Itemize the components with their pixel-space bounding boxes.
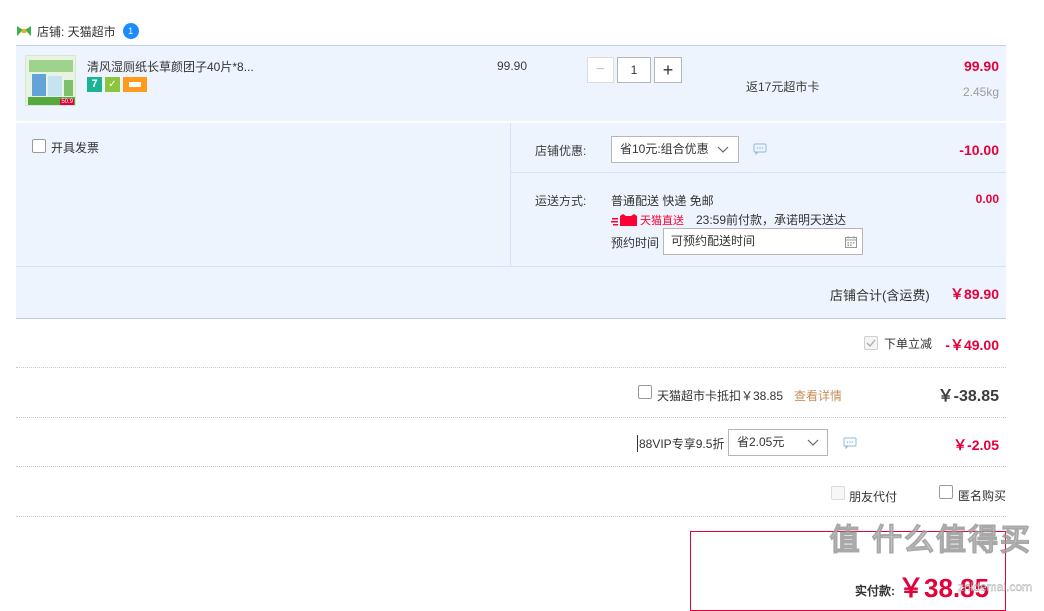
wangwang-chat-icon[interactable]: 1 <box>122 23 139 39</box>
shop-bow-icon <box>17 26 31 36</box>
shipping-label: 运送方式: <box>535 194 587 208</box>
panel-divider-vertical <box>510 123 511 266</box>
vip-discount-select[interactable]: 省2.05元 <box>728 429 828 456</box>
tmall-direct-row: 天猫直送 23:59前付款，承诺明天送达 <box>611 211 846 228</box>
guarantee-icon: ✓ <box>105 77 120 92</box>
rebate-text: 返17元超市卡 <box>746 80 820 94</box>
reserve-time-placeholder: 可预约配送时间 <box>671 234 756 248</box>
quantity-decrease-button[interactable]: − <box>587 57 614 83</box>
shipping-method: 普通配送 快递 免邮 <box>611 194 714 208</box>
supermarket-card-amount: ￥-38.85 <box>937 388 999 405</box>
watermark-domain: zhidemai.com <box>957 580 1032 594</box>
anonymous-checkbox[interactable] <box>939 485 953 499</box>
watermark-logo: 值 什么值得买 zhidemai.com <box>829 520 1032 595</box>
shop-total-amount: ￥89.90 <box>949 286 999 302</box>
unit-price: 99.90 <box>497 59 528 73</box>
reserve-time-input[interactable]: 可预约配送时间 <box>663 228 863 255</box>
item-total: 99.90 <box>963 58 999 74</box>
supermarket-card-label[interactable]: 天猫超市卡抵扣￥38.85 <box>657 387 783 404</box>
vip-comment-icon[interactable] <box>843 437 857 449</box>
shop-name[interactable]: 店铺: 天猫超市 <box>37 23 116 40</box>
friend-pay-checkbox <box>831 486 845 500</box>
supermarket-card-checkbox[interactable] <box>638 385 652 399</box>
shipping-fee: 0.00 <box>975 192 999 206</box>
panel-divider-total <box>16 266 1006 267</box>
invoice-label[interactable]: 开具发票 <box>51 139 99 156</box>
divider-3 <box>16 466 1006 467</box>
vip-amount: ￥-2.05 <box>953 437 999 453</box>
item-row <box>16 45 1006 121</box>
chevron-down-icon <box>807 439 819 446</box>
tmall-direct-label: 天猫直送 <box>640 214 684 227</box>
instant-discount-checkbox <box>864 336 878 350</box>
divider-4 <box>16 516 1006 517</box>
item-weight: 2.45kg <box>962 85 999 99</box>
friend-pay-label: 朋友代付 <box>849 490 898 504</box>
quantity-increase-button[interactable]: + <box>654 57 682 83</box>
calendar-icon[interactable] <box>845 236 857 248</box>
instant-discount-amount: -￥49.00 <box>945 337 999 353</box>
shop-discount-amount: -10.00 <box>959 142 999 158</box>
panel-divider-horizontal <box>510 172 1006 173</box>
anonymous-label[interactable]: 匿名购买 <box>958 487 1006 504</box>
thumbnail-price-badge: 50.9 <box>60 99 74 105</box>
item-title[interactable]: 清风湿厕纸长草颜团子40片*8... <box>87 58 254 75</box>
shop-total-label: 店铺合计(含运费) <box>830 288 930 303</box>
vip-label: 88VIP专享9.5折 <box>637 435 725 452</box>
instant-discount-label: 下单立减 <box>884 337 933 351</box>
comment-icon[interactable] <box>753 143 767 155</box>
supermarket-card-detail-link[interactable]: 查看详情 <box>794 387 842 404</box>
seven-day-return-icon: 7 <box>87 77 102 92</box>
card-pay-icon <box>123 77 147 92</box>
watermark-brand: 值 什么值得买 <box>829 524 1032 558</box>
quantity-input[interactable]: 1 <box>617 57 651 83</box>
shop-discount-select[interactable]: 省10元:组合优惠 <box>611 136 739 163</box>
delivery-promise: 23:59前付款，承诺明天送达 <box>696 213 847 227</box>
reserve-time-label: 预约时间 <box>611 236 660 250</box>
item-badges: 7 ✓ <box>87 77 147 92</box>
tmall-logo-icon <box>611 213 637 226</box>
shop-discount-selected: 省10元:组合优惠 <box>620 142 709 156</box>
invoice-checkbox[interactable] <box>32 139 46 153</box>
item-thumbnail[interactable]: 50.9 <box>25 55 76 106</box>
shop-discount-label: 店铺优惠: <box>535 144 587 158</box>
divider-2 <box>16 417 1006 418</box>
chevron-down-icon <box>717 146 729 153</box>
vip-discount-selected: 省2.05元 <box>737 435 785 449</box>
shop-header: 店铺: 天猫超市 1 <box>16 22 139 40</box>
divider-1 <box>16 367 1006 368</box>
